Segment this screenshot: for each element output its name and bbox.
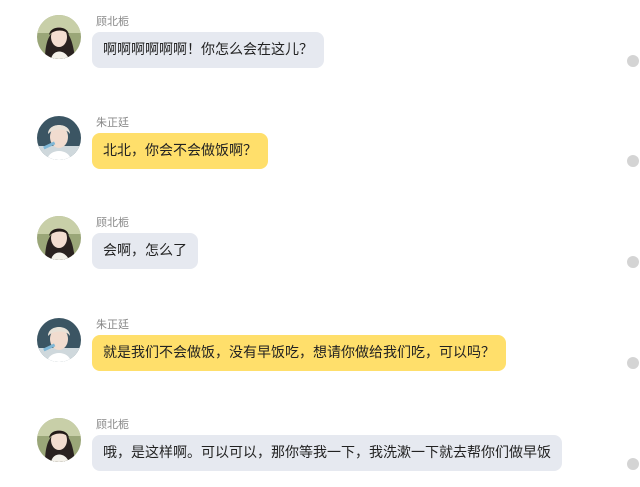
sender-name: 顾北栀	[96, 216, 129, 229]
girl-avatar-icon[interactable]	[37, 15, 81, 59]
sender-name: 朱正廷	[96, 318, 129, 331]
boy-avatar-icon[interactable]	[37, 116, 81, 160]
scroll-dot	[627, 55, 639, 67]
scroll-dot	[627, 155, 639, 167]
message-bubble[interactable]: 哦，是这样啊。可以可以，那你等我一下，我洗漱一下就去帮你们做早饭	[92, 435, 562, 471]
chat-message: 朱正廷 北北，你会不会做饭啊？	[0, 116, 640, 206]
scroll-dot	[627, 256, 639, 268]
chat-window: 顾北栀 啊啊啊啊啊啊！你怎么会在这儿？ 朱正廷 北北，你会不会做饭啊？ 顾北栀 …	[0, 0, 640, 487]
chat-message: 顾北栀 啊啊啊啊啊啊！你怎么会在这儿？	[0, 15, 640, 105]
message-bubble[interactable]: 就是我们不会做饭，没有早饭吃，想请你做给我们吃，可以吗？	[92, 335, 506, 371]
scroll-dot	[627, 458, 639, 470]
scroll-dot	[627, 357, 639, 369]
message-bubble[interactable]: 北北，你会不会做饭啊？	[92, 133, 268, 169]
message-bubble[interactable]: 啊啊啊啊啊啊！你怎么会在这儿？	[92, 32, 324, 68]
chat-message: 朱正廷 就是我们不会做饭，没有早饭吃，想请你做给我们吃，可以吗？	[0, 318, 640, 408]
girl-avatar-icon[interactable]	[37, 418, 81, 462]
girl-avatar-icon[interactable]	[37, 216, 81, 260]
message-bubble[interactable]: 会啊，怎么了	[92, 233, 198, 269]
chat-message: 顾北栀 哦，是这样啊。可以可以，那你等我一下，我洗漱一下就去帮你们做早饭	[0, 418, 640, 487]
chat-message: 顾北栀 会啊，怎么了	[0, 216, 640, 306]
boy-avatar-icon[interactable]	[37, 318, 81, 362]
sender-name: 顾北栀	[96, 418, 129, 431]
sender-name: 朱正廷	[96, 116, 129, 129]
sender-name: 顾北栀	[96, 15, 129, 28]
